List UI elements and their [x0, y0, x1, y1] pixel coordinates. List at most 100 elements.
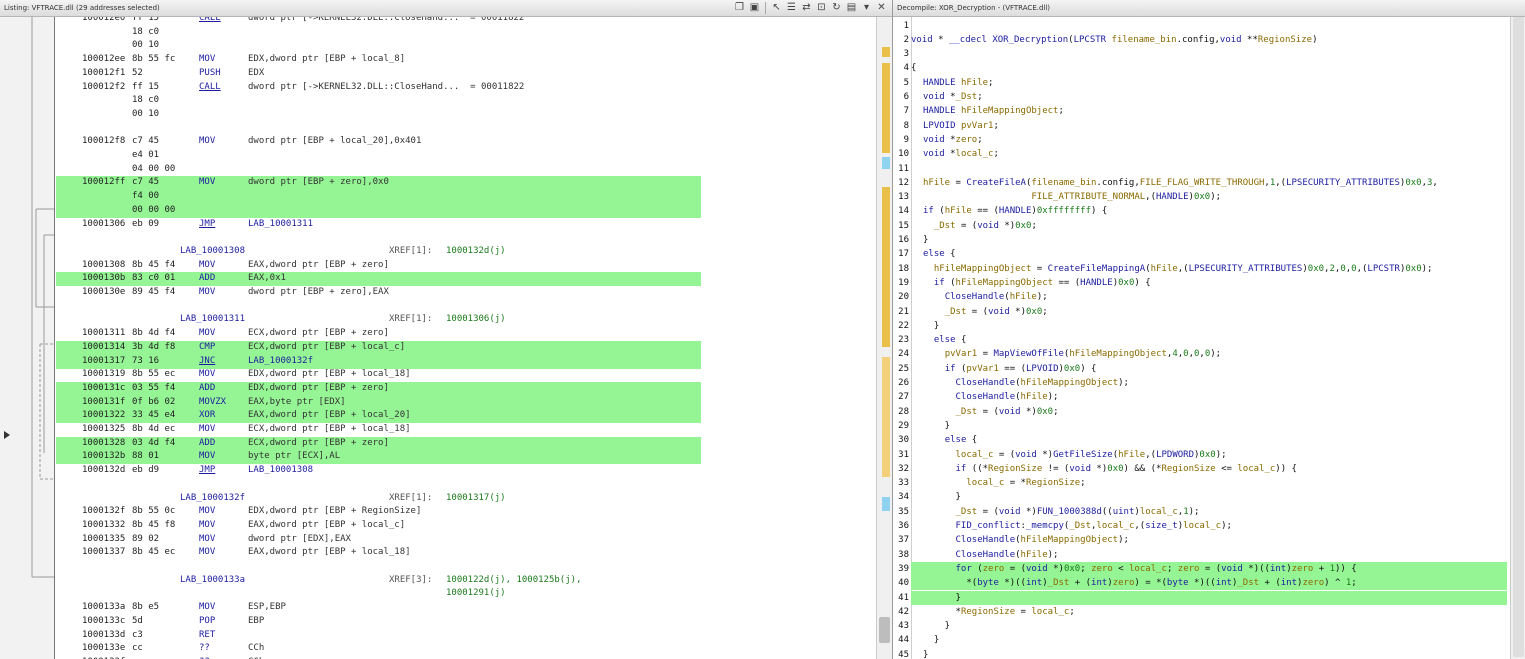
- code-line[interactable]: pvVar1 = MapViewOfFile(hFileMappingObjec…: [911, 347, 1507, 361]
- listing-row[interactable]: 10001337 8b 45 ec MOV EAX,dword ptr [EBP + …: [56, 546, 876, 559]
- listing-row[interactable]: [56, 231, 876, 244]
- code-line[interactable]: _Dst = (void *)FUN_1000388d((uint)local_…: [911, 505, 1507, 519]
- code-label[interactable]: LAB_10001308: [180, 245, 245, 258]
- listing-row[interactable]: 1000131f 0f b6 02 MOVZX EAX,byte ptr [EDX]: [56, 395, 876, 410]
- code-line[interactable]: *RegionSize = local_c;: [911, 605, 1507, 619]
- code-label[interactable]: LAB_10001311: [180, 313, 245, 326]
- menu-chevron-icon[interactable]: ▾: [860, 1, 873, 14]
- code-line[interactable]: _Dst = (void *)0x0;: [911, 405, 1507, 419]
- code-line[interactable]: }: [911, 648, 1507, 659]
- listing-row[interactable]: 10001317 73 16 JNC LAB_1000132f: [56, 354, 876, 369]
- code-line[interactable]: }: [911, 419, 1507, 433]
- listing-row[interactable]: 1000132b 88 01 MOV byte ptr [ECX],AL: [56, 450, 876, 465]
- listing-row[interactable]: 10001308 8b 45 f4 MOV EAX,dword ptr [EBP + …: [56, 259, 876, 272]
- code-line[interactable]: }: [911, 490, 1507, 504]
- code-line[interactable]: else {: [911, 247, 1507, 261]
- refresh-icon[interactable]: ↻: [830, 1, 843, 14]
- xref-targets[interactable]: 1000132d(j): [446, 245, 506, 258]
- listing-row[interactable]: 100012ff c7 45 MOV dword ptr [EBP + zero],0…: [56, 176, 876, 191]
- listing-row[interactable]: [56, 122, 876, 135]
- close-icon[interactable]: ✕: [875, 1, 888, 14]
- listing-row[interactable]: 18 c0: [56, 26, 876, 39]
- listing-row[interactable]: 18 c0: [56, 94, 876, 107]
- listing-row[interactable]: 04 00 00: [56, 163, 876, 176]
- code-line[interactable]: }: [911, 319, 1507, 333]
- code-line[interactable]: LPVOID pvVar1;: [911, 119, 1507, 133]
- listing-row[interactable]: 1000133d c3 RET: [56, 629, 876, 642]
- listing-row[interactable]: 1000133c 5d POP EBP: [56, 615, 876, 628]
- xref-continuation-row[interactable]: 10001291(j): [56, 587, 876, 600]
- label-row[interactable]: LAB_10001311 XREF[1]: 10001306(j): [56, 313, 876, 326]
- code-line[interactable]: [911, 47, 1507, 61]
- listing-row[interactable]: 100012ee 8b 55 fc MOV EDX,dword ptr [EBP + …: [56, 53, 876, 66]
- listing-row[interactable]: 10001325 8b 4d ec MOV ECX,dword ptr [EBP + …: [56, 423, 876, 436]
- code-line[interactable]: _Dst = (void *)0x0;: [911, 305, 1507, 319]
- listing-row[interactable]: 100012f1 52 PUSH EDX: [56, 67, 876, 80]
- listing-row[interactable]: 100012f8 c7 45 MOV dword ptr [EBP + local_2…: [56, 135, 876, 148]
- listing-row[interactable]: 10001306 eb 09 JMP LAB_10001311: [56, 218, 876, 231]
- xref-targets[interactable]: 1000122d(j), 1000125b(j),: [446, 574, 581, 587]
- listing-row[interactable]: 100012e0 ff 15 CALL dword ptr [->KERNEL32.D…: [56, 17, 876, 25]
- snapshot-icon[interactable]: ▣: [748, 1, 761, 14]
- code-line-highlighted[interactable]: }: [911, 590, 1507, 605]
- code-line[interactable]: CloseHandle(hFile);: [911, 290, 1507, 304]
- label-row[interactable]: LAB_1000133a XREF[3]: 1000122d(j), 1000125…: [56, 574, 876, 587]
- listing-row[interactable]: 10001328 03 4d f4 ADD ECX,dword ptr [EBP + …: [56, 436, 876, 451]
- code-line[interactable]: FILE_ATTRIBUTE_NORMAL,(HANDLE)0x0);: [911, 190, 1507, 204]
- code-line[interactable]: if ((*RegionSize != (void *)0x0) && (*Re…: [911, 462, 1507, 476]
- listing-row[interactable]: 10001335 89 02 MOV dword ptr [EDX],EAX: [56, 533, 876, 546]
- listing-row[interactable]: 1000133e cc?? CCh: [56, 642, 876, 655]
- listing-row[interactable]: 1000132d eb d9 JMP LAB_10001308: [56, 464, 876, 477]
- camera-icon[interactable]: ⊡: [815, 1, 828, 14]
- code-line[interactable]: CloseHandle(hFile);: [911, 548, 1507, 562]
- code-line-highlighted[interactable]: *(byte *)((int)_Dst + (int)zero) = *(byt…: [911, 576, 1507, 591]
- code-line[interactable]: }: [911, 633, 1507, 647]
- listing-row[interactable]: 10001314 3b 4d f8 CMP ECX,dword ptr [EBP + …: [56, 340, 876, 355]
- decompiler-code[interactable]: void * __cdecl XOR_Decryption(LPCSTR fil…: [911, 17, 1507, 659]
- listing-row[interactable]: [56, 478, 876, 491]
- listing-row[interactable]: [56, 300, 876, 313]
- code-line[interactable]: else {: [911, 333, 1507, 347]
- code-line[interactable]: hFile = CreateFileA(filename_bin.config,…: [911, 176, 1507, 190]
- code-line[interactable]: CloseHandle(hFileMappingObject);: [911, 376, 1507, 390]
- cursor-icon[interactable]: ↖: [770, 1, 783, 14]
- code-line[interactable]: if (hFile == (HANDLE)0xffffffff) {: [911, 204, 1507, 218]
- scroll-thumb[interactable]: [879, 617, 890, 643]
- code-line[interactable]: hFileMappingObject = CreateFileMappingA(…: [911, 262, 1507, 276]
- listing-row[interactable]: 00 00 00: [56, 203, 876, 218]
- listing-row[interactable]: 00 10: [56, 108, 876, 121]
- listing-row[interactable]: [56, 560, 876, 573]
- listing-row[interactable]: 100012f2 ff 15 CALL dword ptr [->KERNEL32.D…: [56, 81, 876, 94]
- code-label[interactable]: LAB_1000133a: [180, 574, 245, 587]
- code-line[interactable]: CloseHandle(hFile);: [911, 390, 1507, 404]
- listing-row[interactable]: f4 00: [56, 190, 876, 205]
- code-line[interactable]: void *_Dst;: [911, 90, 1507, 104]
- code-line[interactable]: [911, 19, 1507, 33]
- decompiler-scrollbar[interactable]: [1510, 17, 1525, 659]
- listing-view[interactable]: 100012e0 ff 15 CALL dword ptr [->KERNEL32.D…: [56, 17, 876, 659]
- code-line[interactable]: if (hFileMappingObject == (HANDLE)0x0) {: [911, 276, 1507, 290]
- listing-row[interactable]: 10001319 8b 55 ec MOV EDX,dword ptr [EBP + …: [56, 368, 876, 381]
- code-line[interactable]: void *local_c;: [911, 147, 1507, 161]
- layout-icon[interactable]: ▤: [845, 1, 858, 14]
- code-line[interactable]: local_c = *RegionSize;: [911, 476, 1507, 490]
- code-line[interactable]: CloseHandle(hFileMappingObject);: [911, 533, 1507, 547]
- listing-row[interactable]: 1000131c 03 55 f4 ADD EDX,dword ptr [EBP + …: [56, 381, 876, 396]
- code-label[interactable]: LAB_1000132f: [180, 492, 245, 505]
- copy-icon[interactable]: ❐: [733, 1, 746, 14]
- code-line[interactable]: else {: [911, 433, 1507, 447]
- code-line[interactable]: void *zero;: [911, 133, 1507, 147]
- listing-scrollbar[interactable]: [876, 17, 892, 659]
- xref-targets[interactable]: 10001291(j): [446, 587, 506, 600]
- listing-row[interactable]: 1000130e 89 45 f4 MOV dword ptr [EBP + zero…: [56, 286, 876, 299]
- navigate-icon[interactable]: ⇄: [800, 1, 813, 14]
- edit-fields-icon[interactable]: ☰: [785, 1, 798, 14]
- code-line[interactable]: {: [911, 61, 1507, 75]
- code-line-highlighted[interactable]: for (zero = (void *)0x0; zero < local_c;…: [911, 561, 1507, 577]
- label-row[interactable]: LAB_1000132f XREF[1]: 10001317(j): [56, 492, 876, 505]
- listing-row[interactable]: 1000130b 83 c0 01 ADD EAX,0x1: [56, 272, 876, 287]
- code-line[interactable]: local_c = (void *)GetFileSize(hFile,(LPD…: [911, 448, 1507, 462]
- listing-row[interactable]: 00 10: [56, 39, 876, 52]
- listing-row[interactable]: 10001322 33 45 e4 XOR EAX,dword ptr [EBP + …: [56, 409, 876, 424]
- listing-row[interactable]: 1000132f 8b 55 0c MOV EDX,dword ptr [EBP + …: [56, 505, 876, 518]
